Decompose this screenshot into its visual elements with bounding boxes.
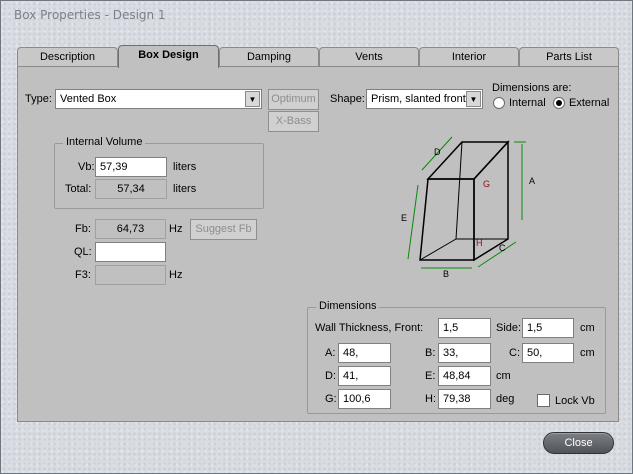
chevron-down-icon[interactable]: ▼ [466,91,481,107]
wall-side-input[interactable]: 1,5 [522,318,574,338]
a-label: A: [325,347,336,359]
vb-label: Vb: [78,161,95,173]
internal-radio-label: Internal [509,97,546,109]
tab-damping[interactable]: Damping [219,47,319,67]
a-input[interactable]: 48, [338,343,391,363]
chevron-down-icon[interactable]: ▼ [245,91,260,107]
box-design-panel: Type: Vented Box ▼ Optimum X-Bass Shape:… [17,66,619,422]
side-label: Side: [496,322,522,334]
h-input[interactable]: 79,38 [438,389,491,409]
diagram-label-h: H [476,238,483,248]
external-radio[interactable] [553,97,565,109]
diagram-label-b: B [443,269,449,277]
wall-thickness-label: Wall Thickness, Front: [315,322,424,334]
lock-vb-label: Lock Vb [555,395,595,407]
total-volume-value: 57,34 [95,179,167,199]
tab-box-design[interactable]: Box Design [118,45,219,68]
h-label: H: [425,393,436,405]
c-input[interactable]: 50, [522,343,574,363]
fb-unit: Hz [169,223,183,235]
suggest-fb-button[interactable]: Suggest Fb [190,219,257,240]
total-unit: liters [173,183,197,195]
e-label: E: [425,370,436,382]
ql-label: QL: [74,246,92,258]
dimensions-group: Dimensions Wall Thickness, Front: 1,5 Si… [307,300,606,414]
diagram-label-a: A [529,176,535,186]
tab-interior[interactable]: Interior [419,47,519,67]
d-label: D: [325,370,336,382]
box-properties-window: Box Properties - Design 1 Description Bo… [0,0,633,474]
internal-volume-title: Internal Volume [63,136,146,148]
total-label: Total: [65,183,92,195]
de-unit: cm [496,370,511,382]
diagram-label-e: E [401,213,407,223]
type-select[interactable]: Vented Box ▼ [55,89,262,109]
f3-label: F3: [75,269,91,281]
diagram-label-d: D [434,147,441,157]
internal-radio[interactable] [493,97,505,109]
tab-vents[interactable]: Vents [319,47,419,67]
gh-unit: deg [496,393,515,405]
e-input[interactable]: 48,84 [438,366,491,386]
c-label: C: [509,347,520,359]
g-label: G: [325,393,337,405]
optimum-button[interactable]: Optimum [268,89,319,110]
xbass-button[interactable]: X-Bass [268,111,319,132]
shape-select[interactable]: Prism, slanted front ▼ [366,89,483,109]
tab-description[interactable]: Description [17,47,118,67]
ql-input[interactable] [95,242,166,262]
abc-unit: cm [580,347,595,359]
dimensions-title: Dimensions [316,300,380,312]
lock-vb-checkbox[interactable] [537,394,550,407]
box-diagram: D A G E H C B [401,136,535,277]
f3-unit: Hz [169,269,183,281]
b-label: B: [425,347,436,359]
type-value: Vented Box [60,93,117,105]
radio-selected-dot [556,100,562,106]
diagram-label-c: C [499,243,506,253]
internal-volume-group: Internal Volume Vb: 57,39 liters Total: … [54,136,264,209]
close-button[interactable]: Close [543,432,614,454]
tab-parts-list[interactable]: Parts List [519,47,619,67]
b-input[interactable]: 33, [438,343,491,363]
vb-unit: liters [173,161,197,173]
shape-label: Shape: [330,93,365,105]
fb-value: 64,73 [95,219,166,239]
g-input[interactable]: 100,6 [338,389,391,409]
dimensions-are-label: Dimensions are: [492,82,572,94]
shape-value: Prism, slanted front [371,93,466,105]
wall-front-input[interactable]: 1,5 [438,318,491,338]
fb-label: Fb: [75,223,91,235]
wall-unit: cm [580,322,595,334]
tab-strip: Description Box Design Damping Vents Int… [17,45,619,68]
d-input[interactable]: 41, [338,366,391,386]
diagram-label-g: G [483,179,490,189]
window-title: Box Properties - Design 1 [14,8,166,22]
type-label: Type: [25,93,52,105]
box-outline [419,140,510,262]
f3-value [95,265,166,285]
external-radio-label: External [569,97,610,109]
vb-input[interactable]: 57,39 [95,157,167,177]
